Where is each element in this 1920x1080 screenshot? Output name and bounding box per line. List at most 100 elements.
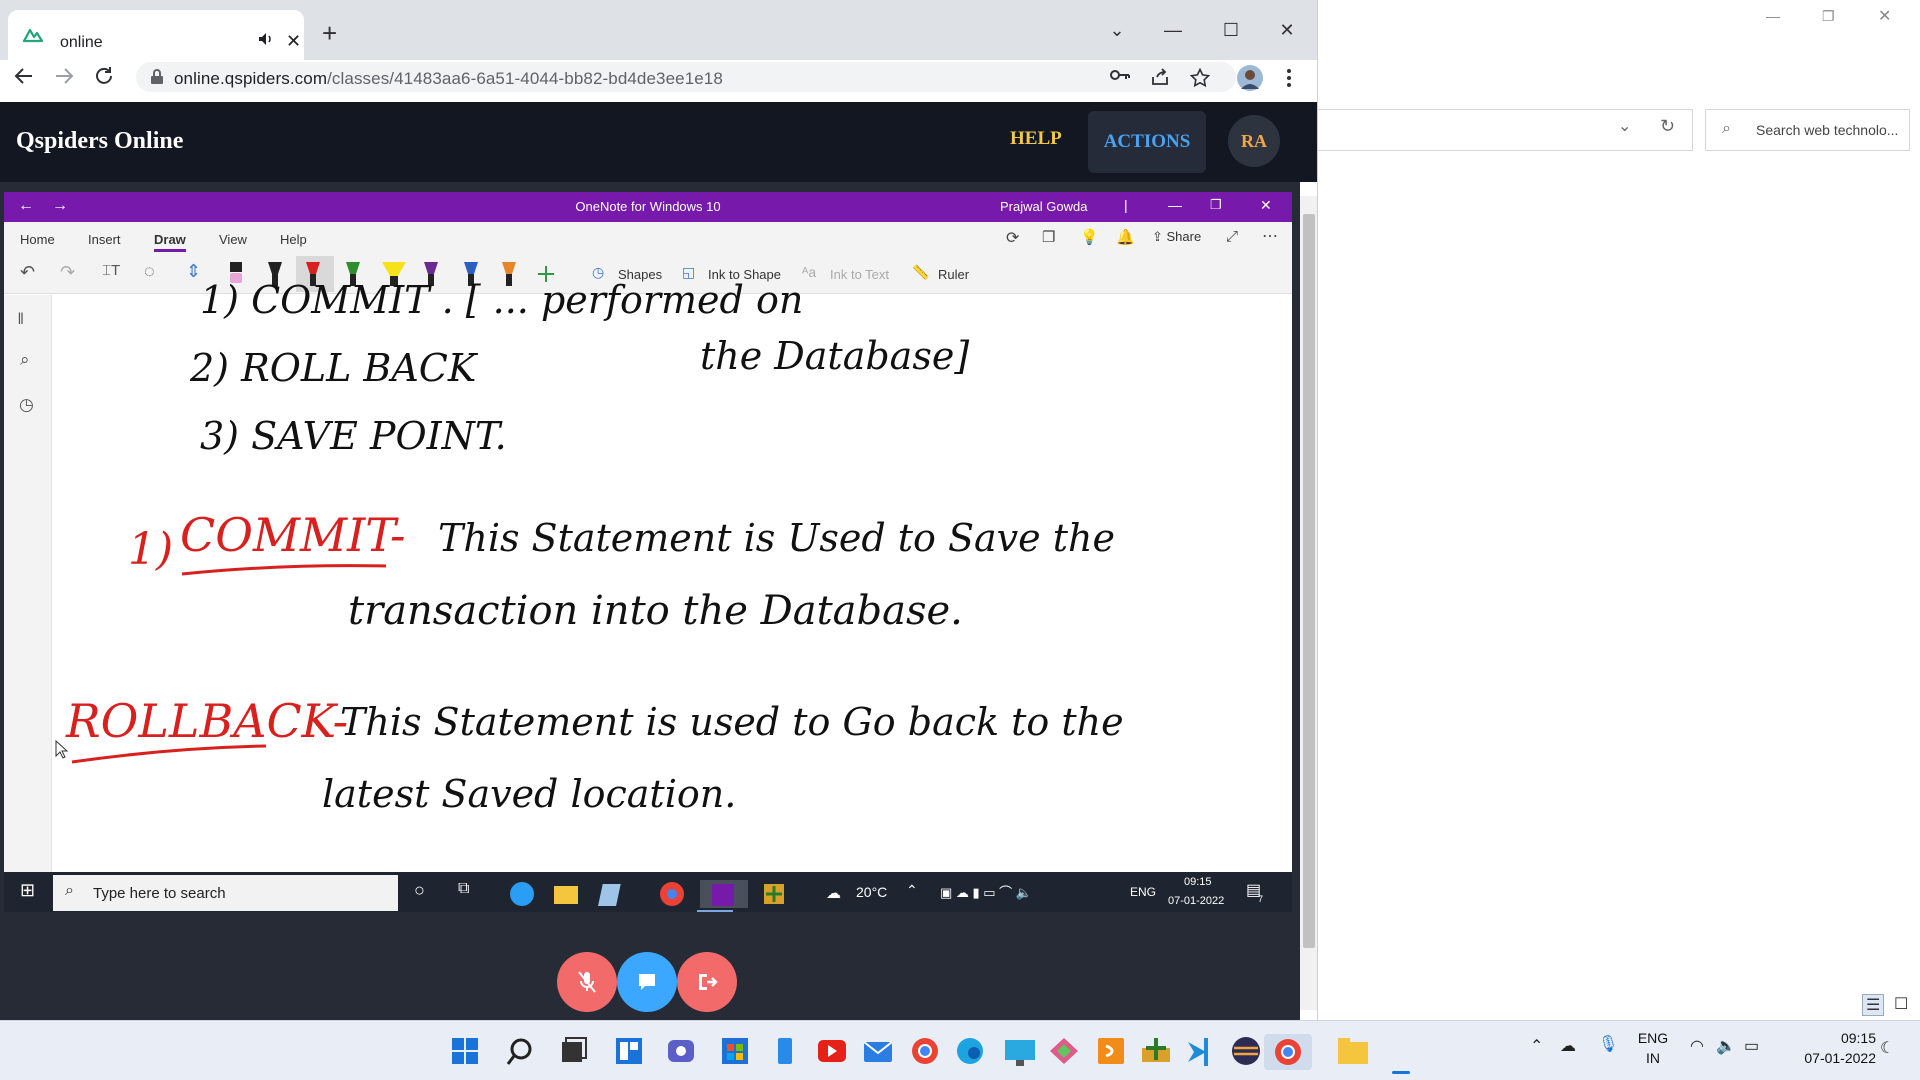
menu-view[interactable]: View bbox=[219, 232, 247, 247]
user-avatar[interactable]: RA bbox=[1228, 115, 1280, 167]
menu-help[interactable]: Help bbox=[280, 232, 307, 247]
inner-lang[interactable]: ENG bbox=[1130, 885, 1156, 899]
menu-draw[interactable]: Draw bbox=[154, 232, 186, 247]
weather-temp[interactable]: 20°C bbox=[856, 884, 887, 900]
large-icons-view-icon[interactable]: ☐ bbox=[1894, 994, 1908, 1014]
actions-button[interactable]: ACTIONS bbox=[1088, 111, 1206, 173]
scrollbar-thumb[interactable] bbox=[1303, 214, 1315, 948]
tab-audio-icon[interactable] bbox=[258, 32, 274, 46]
minimize-button[interactable]: — bbox=[1168, 197, 1182, 213]
undo-icon[interactable]: ↶ bbox=[20, 262, 35, 283]
taskbar-pinned-apps[interactable] bbox=[450, 1034, 1460, 1070]
help-button[interactable]: HELP bbox=[1010, 128, 1062, 150]
taskbar-lang-bottom[interactable]: IN bbox=[1636, 1050, 1670, 1066]
web-search-placeholder: Search web technolo... bbox=[1756, 122, 1899, 138]
onenote-title: OneNote for Windows 10 bbox=[575, 199, 721, 214]
focus-moon-icon[interactable]: ☾ bbox=[1880, 1038, 1894, 1058]
chrome-menu-icon[interactable] bbox=[1286, 68, 1292, 88]
commit-number: 1) bbox=[128, 524, 174, 575]
onenote-user[interactable]: Prajwal Gowda bbox=[1000, 199, 1087, 214]
note-line-1: 1) COMMIT . [ ... performed on bbox=[200, 278, 804, 322]
minimize-button[interactable]: — bbox=[1766, 8, 1780, 24]
search-icon: ⌕ bbox=[1722, 120, 1731, 137]
close-button[interactable]: ✕ bbox=[1878, 6, 1891, 26]
key-icon[interactable] bbox=[1110, 68, 1130, 82]
tab-title: online bbox=[60, 34, 103, 51]
chevron-down-icon[interactable]: ⌄ bbox=[1618, 116, 1631, 136]
volume-icon[interactable]: 🔈 bbox=[1716, 1036, 1736, 1056]
onedrive-offline-icon[interactable]: ☁ bbox=[1560, 1036, 1576, 1056]
windows-start-icon[interactable]: ⊞ bbox=[20, 880, 35, 901]
share-icon[interactable] bbox=[1150, 68, 1170, 86]
share-button[interactable]: ⇪ Share bbox=[1152, 229, 1201, 245]
microphone-icon[interactable]: 🎙 bbox=[1598, 1034, 1618, 1054]
recent-clock-icon[interactable]: ◷ bbox=[19, 395, 34, 415]
taskbar-lang-top[interactable]: ENG bbox=[1636, 1030, 1670, 1046]
bookmark-star-icon[interactable] bbox=[1190, 68, 1210, 88]
sync-icon[interactable]: ⟳ bbox=[1006, 228, 1019, 248]
tab-search-icon[interactable]: ⌄ bbox=[1092, 12, 1142, 48]
taskbar-search-box[interactable]: ⌕ Type here to search bbox=[53, 875, 398, 911]
close-button[interactable]: ✕ bbox=[1260, 197, 1272, 214]
bell-icon[interactable]: 🔔 bbox=[1116, 228, 1135, 246]
redo-icon[interactable]: ↷ bbox=[60, 262, 75, 283]
taskbar-time[interactable]: 09:15 bbox=[1786, 1030, 1876, 1046]
address-bar[interactable]: online.qspiders.com/classes/41483aa6-6a5… bbox=[136, 62, 1236, 92]
notification-count: 7 bbox=[1258, 894, 1264, 904]
chat-button[interactable] bbox=[617, 952, 677, 1012]
restore-button[interactable]: ❐ bbox=[1210, 197, 1222, 213]
refresh-icon[interactable]: ↻ bbox=[1660, 116, 1675, 137]
forward-arrow-icon[interactable] bbox=[52, 64, 76, 88]
insert-space-icon[interactable]: ⇕ bbox=[186, 261, 201, 282]
ruler-icon[interactable]: 📏 bbox=[912, 264, 929, 281]
maximize-button[interactable]: ☐ bbox=[1206, 12, 1256, 48]
active-app-indicator bbox=[697, 910, 733, 912]
ink-to-text-button[interactable]: Ink to Text bbox=[830, 267, 889, 282]
browser-window: online ✕ + ⌄ — ☐ ✕ online.qspiders.com/c… bbox=[0, 0, 1318, 1020]
explorer-address-bar[interactable] bbox=[1318, 109, 1693, 151]
tray-icons[interactable]: ▣ ☁ ▮ ▭ ⌒ 🔈 bbox=[940, 882, 1032, 901]
menu-insert[interactable]: Insert bbox=[88, 232, 121, 247]
onenote-sidebar bbox=[4, 295, 52, 872]
mute-mic-button[interactable] bbox=[557, 952, 617, 1012]
restore-button[interactable]: ❐ bbox=[1822, 8, 1835, 25]
search-icon[interactable]: ⌕ bbox=[20, 350, 30, 370]
commit-label: COMMIT- bbox=[180, 508, 406, 562]
notebooks-icon[interactable]: 𝍪 bbox=[18, 308, 23, 335]
profile-avatar[interactable] bbox=[1236, 64, 1264, 92]
menu-home[interactable]: Home bbox=[20, 232, 55, 247]
active-app-indicator bbox=[1392, 1071, 1410, 1074]
new-tab-button[interactable]: + bbox=[322, 20, 337, 46]
rollback-text-1: This Statement is used to Go back to the bbox=[340, 700, 1124, 744]
ruler-button[interactable]: Ruler bbox=[938, 267, 969, 282]
minimize-button[interactable]: — bbox=[1148, 12, 1198, 48]
commit-text-2: transaction into the Database. bbox=[348, 588, 963, 634]
pages-icon[interactable]: ❐ bbox=[1042, 228, 1055, 246]
ink-to-text-icon[interactable]: ᴬa bbox=[802, 264, 816, 280]
tray-chevron-icon[interactable]: ⌃ bbox=[906, 882, 918, 899]
close-window-button[interactable]: ✕ bbox=[1262, 12, 1312, 48]
leave-call-button[interactable] bbox=[677, 952, 737, 1012]
back-arrow-icon[interactable] bbox=[12, 64, 36, 88]
commit-text-1: This Statement is Used to Save the bbox=[438, 516, 1115, 560]
wifi-icon[interactable]: ◠ bbox=[1690, 1036, 1704, 1056]
battery-icon[interactable]: ▭ bbox=[1744, 1036, 1759, 1056]
lightbulb-icon[interactable]: 💡 bbox=[1080, 228, 1099, 246]
search-icon: ⌕ bbox=[65, 882, 74, 899]
task-view-icon[interactable]: ⧉ bbox=[458, 880, 469, 898]
tab-close-icon[interactable]: ✕ bbox=[286, 31, 301, 52]
reload-icon[interactable] bbox=[92, 64, 116, 88]
cortana-icon[interactable]: ○ bbox=[414, 880, 425, 901]
more-icon[interactable]: ⋯ bbox=[1262, 226, 1278, 246]
web-search-box[interactable]: ⌕ Search web technolo... bbox=[1705, 109, 1910, 151]
onenote-titlebar: ← → OneNote for Windows 10 Prajwal Gowda… bbox=[4, 192, 1292, 222]
lasso-icon[interactable]: ◌ bbox=[144, 261, 155, 282]
mouse-cursor-icon bbox=[55, 740, 69, 759]
lock-icon[interactable] bbox=[150, 69, 164, 85]
details-view-icon[interactable]: ☰ bbox=[1862, 994, 1885, 1016]
site-brand[interactable]: Qspiders Online bbox=[16, 128, 183, 155]
tray-chevron-icon[interactable]: ⌃ bbox=[1530, 1036, 1543, 1056]
taskbar-date[interactable]: 07-01-2022 bbox=[1786, 1050, 1876, 1066]
fullscreen-icon[interactable]: ⤢ bbox=[1226, 228, 1238, 245]
type-select-icon[interactable]: ⌶T bbox=[102, 262, 120, 279]
